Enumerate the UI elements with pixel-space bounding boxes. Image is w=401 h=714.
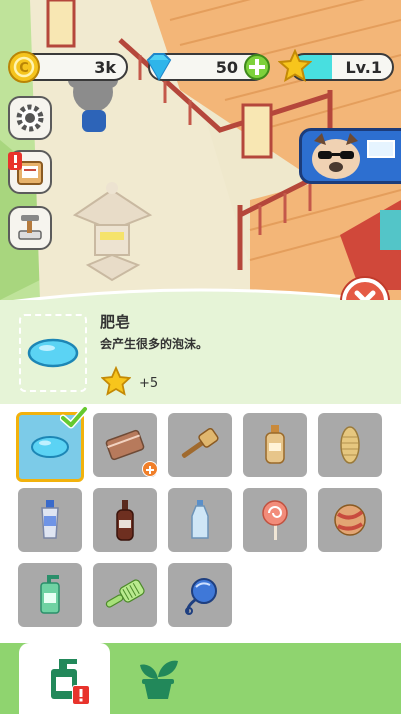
tab-alert-badge [72, 685, 90, 705]
brush-icon [181, 427, 219, 458]
item-candy-ball[interactable] [318, 488, 382, 552]
candy-ball-icon [334, 504, 366, 536]
svg-text:C: C [19, 61, 29, 76]
loofah-icon [340, 426, 360, 464]
reward-amount: +5 [139, 376, 159, 391]
gem-amount: 50 [215, 57, 238, 77]
unlock-plus-badge [142, 461, 158, 477]
item-brush[interactable] [168, 413, 232, 477]
build-button[interactable] [8, 206, 52, 250]
item-description: 会产生很多的泡沫。 [100, 337, 209, 351]
star-reward-icon [100, 365, 132, 396]
event-banner[interactable] [299, 128, 401, 184]
game-scene[interactable]: 3k C 50 Lv.1 [0, 0, 401, 300]
item-toothpaste[interactable] [18, 488, 82, 552]
plant-icon [140, 660, 178, 699]
diamond-icon [142, 52, 176, 82]
item-cola-bottle[interactable] [93, 488, 157, 552]
item-name: 肥皂 [100, 313, 131, 331]
water-bottle-icon [191, 500, 209, 539]
pug-avatar-icon [312, 133, 395, 179]
item-preview-frame [19, 314, 87, 392]
settings-button[interactable] [8, 96, 52, 140]
tab-bath-items[interactable] [19, 643, 110, 714]
soap-icon [27, 338, 79, 368]
item-hand-mirror[interactable] [168, 563, 232, 627]
build-hammer-icon [18, 215, 42, 240]
item-lollipop[interactable] [243, 488, 307, 552]
lollipop-icon [262, 500, 288, 540]
item-comb[interactable] [93, 563, 157, 627]
towel-icon [105, 429, 145, 461]
star-icon [277, 48, 313, 83]
toothpaste-icon [41, 500, 59, 539]
item-water-bottle[interactable] [168, 488, 232, 552]
item-info-section: 肥皂 会产生很多的泡沫。 +5 [0, 300, 401, 404]
item-shampoo-bottle[interactable] [243, 413, 307, 477]
add-gems-button[interactable] [244, 54, 270, 80]
item-loofah[interactable] [318, 413, 382, 477]
task-alert-badge [6, 150, 24, 172]
cola-bottle-icon [116, 500, 134, 541]
coin-amount: 3k [94, 57, 116, 77]
check-icon [59, 405, 89, 430]
hand-mirror-icon [185, 578, 217, 615]
tab-plants[interactable] [118, 643, 198, 714]
plus-icon [249, 59, 265, 75]
comb-icon [105, 579, 145, 608]
settings-gear-icon [16, 104, 44, 132]
item-hand-soap-dispenser[interactable] [18, 563, 82, 627]
coin-icon: C [8, 51, 40, 83]
shampoo-bottle-icon [265, 425, 285, 464]
category-tabbar [0, 643, 401, 714]
item-grid [0, 404, 401, 644]
level-label: Lv.1 [345, 57, 382, 77]
hand-soap-dispenser-icon [40, 575, 60, 614]
soap-icon [31, 436, 69, 458]
